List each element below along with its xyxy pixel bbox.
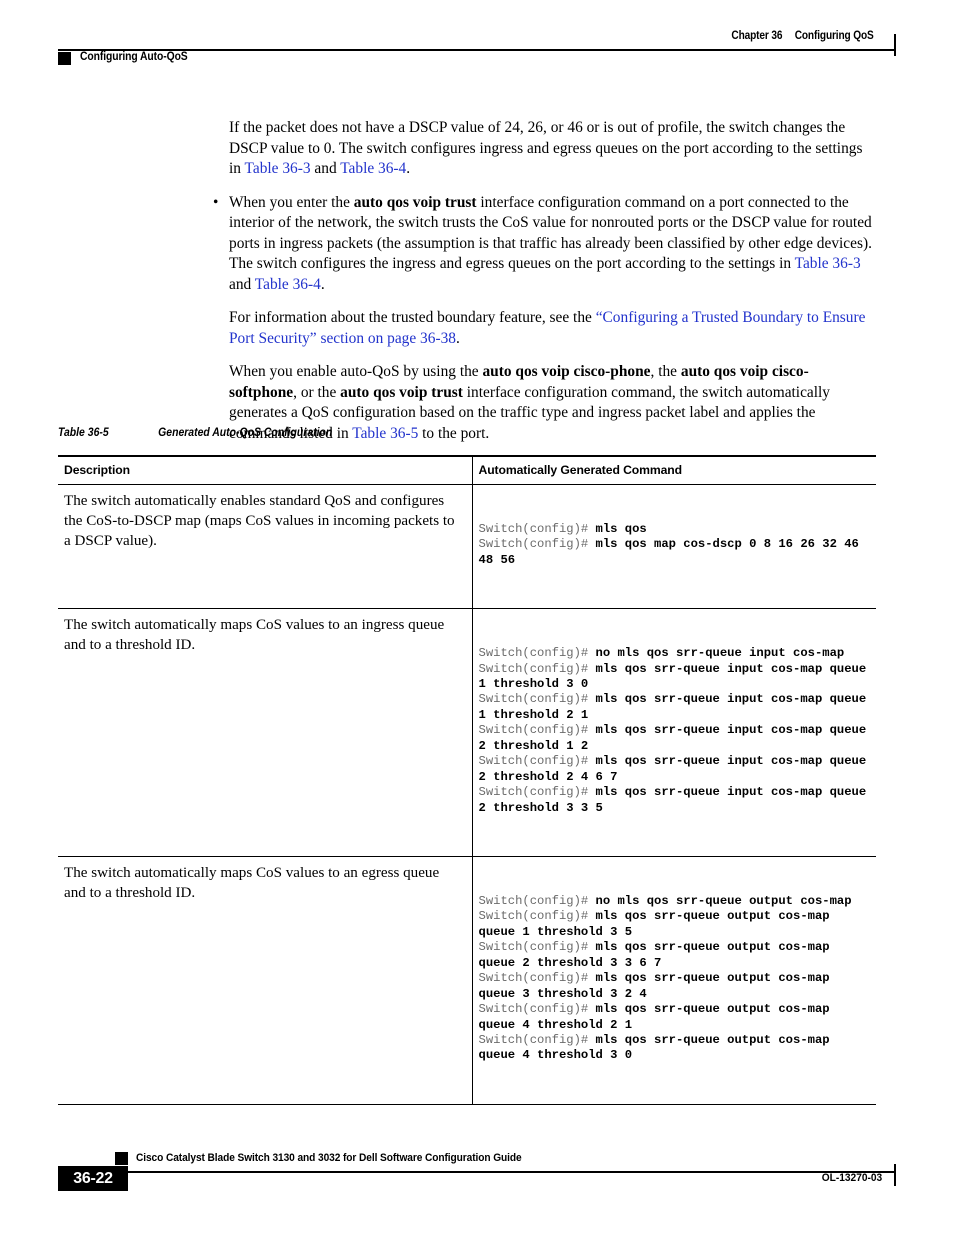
page-footer: Cisco Catalyst Blade Switch 3130 and 303… (58, 1152, 896, 1200)
header-chapter-line: Chapter 36 Configuring QoS (732, 30, 874, 42)
cli-line: Switch(config)# mls qos (479, 522, 869, 537)
cli-prompt: Switch(config)# (478, 893, 596, 908)
cli-command: no mls qos srr-queue input cos-map (595, 646, 845, 661)
xref-table-36-5[interactable]: Table 36-5 (352, 425, 418, 442)
header-chapter-title: Configuring QoS (795, 30, 874, 42)
cli-prompt: Switch(config)# (478, 971, 596, 986)
para3-text3: , or the (293, 383, 341, 401)
para1-text2: and (310, 160, 341, 177)
para3-command-voip-trust: auto qos voip trust (340, 383, 463, 401)
para1-text3: . (406, 160, 411, 177)
cli-line: Switch(config)# mls qos srr-queue output… (479, 971, 869, 1002)
cli-prompt: Switch(config)# (478, 537, 596, 552)
cli-command: no mls qos srr-queue output cos-map (595, 893, 852, 908)
table-header-row: Description Automatically Generated Comm… (58, 455, 876, 485)
cli-line: Switch(config)# no mls qos srr-queue inp… (479, 646, 869, 661)
cli-prompt: Switch(config)# (478, 1032, 596, 1047)
cli-line: Switch(config)# mls qos srr-queue input … (479, 692, 869, 723)
cli-prompt: Switch(config)# (478, 646, 596, 661)
footer-doc-id: OL-13270-03 (821, 1172, 882, 1184)
bullet1-text1: When you enter the (229, 193, 354, 211)
footer-page-number: 36-22 (58, 1166, 128, 1191)
body-content: If the packet does not have a DSCP value… (213, 118, 875, 457)
row-description: The switch automatically maps CoS values… (58, 856, 472, 1105)
xref-table-36-3-bullet[interactable]: Table 36-3 (795, 255, 861, 272)
cli-prompt: Switch(config)# (478, 1002, 596, 1017)
bullet-item-voip-trust: • When you enter the auto qos voip trust… (208, 193, 875, 296)
para2-text2: . (455, 329, 460, 347)
xref-table-36-3[interactable]: Table 36-3 (245, 160, 311, 177)
cli-line: Switch(config)# no mls qos srr-queue out… (479, 894, 869, 909)
xref-table-36-4[interactable]: Table 36-4 (340, 160, 406, 177)
footer-guide-title: Cisco Catalyst Blade Switch 3130 and 303… (136, 1152, 522, 1164)
cli-line: Switch(config)# mls qos srr-queue input … (479, 723, 869, 754)
footer-rule (115, 1171, 896, 1173)
cli-prompt: Switch(config)# (478, 521, 596, 536)
bullet1-text3: and (229, 275, 255, 293)
cli-line: Switch(config)# mls qos map cos-dscp 0 8… (479, 537, 869, 568)
cli-line: Switch(config)# mls qos srr-queue output… (479, 1033, 869, 1064)
page-header: Chapter 36 Configuring QoS Configuring Au… (58, 30, 896, 74)
row-description: The switch automatically enables standar… (58, 484, 472, 610)
cli-prompt: Switch(config)# (478, 692, 596, 707)
para3-text1: When you enable auto-QoS by using the (229, 363, 483, 380)
cli-prompt: Switch(config)# (478, 723, 596, 738)
header-section-title: Configuring Auto-QoS (80, 51, 188, 63)
cli-prompt: Switch(config)# (478, 909, 596, 924)
column-header-command: Automatically Generated Command (471, 455, 876, 485)
xref-table-36-4-bullet[interactable]: Table 36-4 (255, 276, 321, 293)
paragraph-trusted-boundary: For information about the trusted bounda… (229, 308, 875, 349)
table-body: The switch automatically enables standar… (58, 484, 876, 1105)
table-row: The switch automatically maps CoS values… (58, 608, 876, 857)
para3-text5: to the port. (418, 424, 490, 442)
paragraph-dscp-profile: If the packet does not have a DSCP value… (229, 118, 875, 180)
table-caption-number: Table 36-5 (58, 426, 109, 439)
cli-line: Switch(config)# mls qos srr-queue output… (479, 909, 869, 940)
para2-text1: For information about the trusted bounda… (229, 309, 596, 326)
cli-line: Switch(config)# mls qos srr-queue input … (479, 754, 869, 785)
cli-prompt: Switch(config)# (478, 940, 596, 955)
cli-line: Switch(config)# mls qos srr-queue output… (479, 940, 869, 971)
cli-command: mls qos (595, 521, 647, 536)
cli-prompt: Switch(config)# (478, 661, 596, 676)
bullet-text-voip-trust: When you enter the auto qos voip trust i… (229, 193, 875, 296)
row-commands: Switch(config)# mls qos Switch(config)# m… (471, 484, 876, 610)
header-right-tick (894, 34, 896, 56)
header-chapter-number: Chapter 36 (731, 30, 783, 42)
cli-line: Switch(config)# mls qos srr-queue input … (479, 785, 869, 816)
row-commands: Switch(config)# no mls qos srr-queue inp… (471, 608, 876, 857)
generated-autoqos-table: Description Automatically Generated Comm… (58, 455, 876, 1105)
table-caption: Table 36-5 Generated Auto-QoS Configurati… (58, 426, 332, 439)
footer-marker (115, 1152, 128, 1165)
cli-line: Switch(config)# mls qos srr-queue output… (479, 1002, 869, 1033)
cli-prompt: Switch(config)# (478, 754, 596, 769)
cli-line: Switch(config)# mls qos srr-queue input … (479, 662, 869, 693)
para3-command-cisco-phone: auto qos voip cisco-phone (482, 363, 651, 380)
table-row: The switch automatically enables standar… (58, 484, 876, 610)
para3-text2: , the (650, 363, 681, 380)
table-row: The switch automatically maps CoS values… (58, 856, 876, 1105)
bullet1-command-bold: auto qos voip trust (353, 193, 477, 211)
table-caption-title: Generated Auto-QoS Configuration (158, 426, 333, 439)
footer-right-tick (894, 1164, 896, 1186)
column-header-description: Description (58, 455, 472, 485)
row-commands: Switch(config)# no mls qos srr-queue out… (471, 856, 876, 1105)
bullet1-text4: . (320, 275, 325, 293)
header-section-marker (58, 52, 71, 65)
row-description: The switch automatically maps CoS values… (58, 608, 472, 857)
bullet-marker-icon: • (213, 193, 219, 211)
cli-prompt: Switch(config)# (478, 785, 596, 800)
